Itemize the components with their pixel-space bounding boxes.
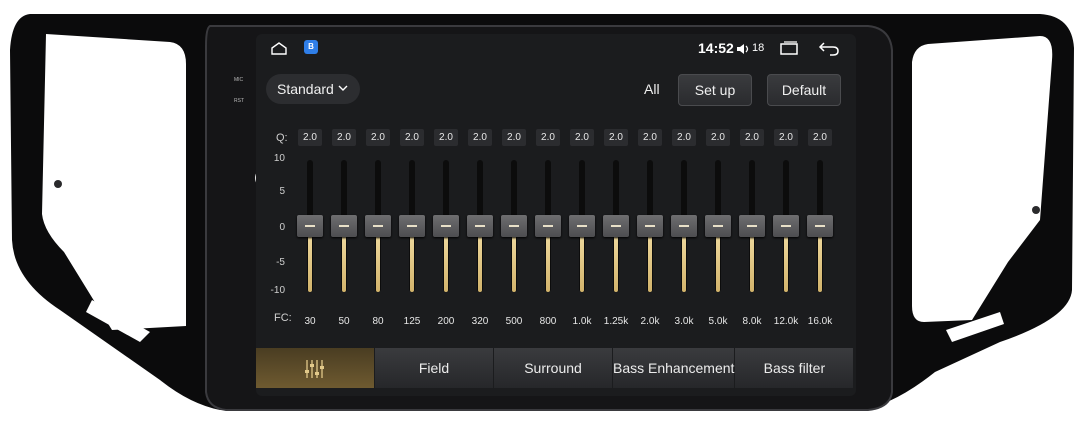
q-value[interactable]: 2.0 — [434, 129, 458, 146]
q-value[interactable]: 2.0 — [740, 129, 764, 146]
slider-track[interactable] — [331, 160, 357, 292]
slider-track[interactable] — [535, 160, 561, 292]
q-axis-label: Q: — [276, 132, 288, 144]
eq-band: 2.0 320 — [466, 126, 494, 327]
eq-band: 2.0 50 — [330, 126, 358, 327]
slider-knob[interactable] — [365, 215, 391, 237]
slider-track[interactable] — [467, 160, 493, 292]
q-value[interactable]: 2.0 — [604, 129, 628, 146]
status-bar: B 14:52 18 — [256, 34, 856, 62]
slider-knob[interactable] — [467, 215, 493, 237]
slider-track[interactable] — [433, 160, 459, 292]
q-value[interactable]: 2.0 — [808, 129, 832, 146]
tab-equalizer[interactable] — [256, 348, 374, 388]
slider-knob[interactable] — [331, 215, 357, 237]
tab-surround[interactable]: Surround — [494, 348, 612, 388]
slider-knob[interactable] — [705, 215, 731, 237]
eq-band: 2.0 200 — [432, 126, 460, 327]
slider-knob[interactable] — [637, 215, 663, 237]
slider-knob[interactable] — [399, 215, 425, 237]
slider-track[interactable] — [671, 160, 697, 292]
scale-label-10: 10 — [273, 153, 285, 164]
back-icon[interactable] — [818, 40, 840, 56]
q-value[interactable]: 2.0 — [332, 129, 356, 146]
scale-label-5: 5 — [279, 186, 285, 197]
clock: 14:52 — [698, 40, 734, 56]
q-value[interactable]: 2.0 — [366, 129, 390, 146]
eq-band: 2.0 8.0k — [738, 126, 766, 327]
preset-dropdown[interactable]: Standard — [266, 74, 360, 104]
all-label[interactable]: All — [644, 81, 660, 97]
q-value[interactable]: 2.0 — [400, 129, 424, 146]
slider-track[interactable] — [365, 160, 391, 292]
slider-knob[interactable] — [603, 215, 629, 237]
app-badge-icon[interactable]: B — [304, 40, 318, 54]
eq-band: 2.0 2.0k — [636, 126, 664, 327]
slider-track[interactable] — [773, 160, 799, 292]
slider-knob[interactable] — [297, 215, 323, 237]
equalizer-screen: B 14:52 18 Standard All Set up Default Q… — [256, 34, 856, 396]
eq-band: 2.0 500 — [500, 126, 528, 327]
slider-track[interactable] — [739, 160, 765, 292]
scale-label-minus5: -5 — [276, 257, 285, 268]
slider-track[interactable] — [705, 160, 731, 292]
slider-knob[interactable] — [433, 215, 459, 237]
slider-track[interactable] — [297, 160, 323, 292]
eq-band: 2.0 5.0k — [704, 126, 732, 327]
eq-band: 2.0 16.0k — [806, 126, 834, 327]
q-value[interactable]: 2.0 — [468, 129, 492, 146]
tab-bass-enhancement[interactable]: Bass Enhancement — [613, 348, 735, 388]
scale-label-minus10: -10 — [270, 285, 285, 296]
setup-button[interactable]: Set up — [678, 74, 752, 106]
eq-band: 2.0 800 — [534, 126, 562, 327]
equalizer-icon — [305, 360, 324, 379]
rst-label: RST — [234, 98, 244, 104]
slider-knob[interactable] — [501, 215, 527, 237]
eq-band: 2.0 1.25k — [602, 126, 630, 327]
slider-track[interactable] — [603, 160, 629, 292]
slider-knob[interactable] — [671, 215, 697, 237]
q-value[interactable]: 2.0 — [638, 129, 662, 146]
q-value[interactable]: 2.0 — [570, 129, 594, 146]
eq-band: 2.0 125 — [398, 126, 426, 327]
eq-band: 2.0 80 — [364, 126, 392, 327]
tab-bar: Field Surround Bass Enhancement Bass fil… — [256, 348, 854, 390]
tab-field[interactable]: Field — [375, 348, 493, 388]
volume-level: 18 — [752, 42, 765, 54]
chevron-down-icon — [338, 85, 348, 91]
fc-label: 16.0k — [807, 316, 833, 327]
slider-track[interactable] — [569, 160, 595, 292]
slider-knob[interactable] — [807, 215, 833, 237]
q-value[interactable]: 2.0 — [502, 129, 526, 146]
slider-track[interactable] — [399, 160, 425, 292]
q-value[interactable]: 2.0 — [536, 129, 560, 146]
q-value[interactable]: 2.0 — [774, 129, 798, 146]
q-value[interactable]: 2.0 — [706, 129, 730, 146]
eq-band: 2.0 3.0k — [670, 126, 698, 327]
slider-knob[interactable] — [739, 215, 765, 237]
mic-label: MIC — [234, 77, 244, 83]
recents-icon[interactable] — [778, 41, 800, 55]
q-value[interactable]: 2.0 — [672, 129, 696, 146]
scale-label-0: 0 — [279, 222, 285, 233]
preset-value: Standard — [277, 81, 334, 97]
eq-band: 2.0 1.0k — [568, 126, 596, 327]
tab-bass-filter[interactable]: Bass filter — [735, 348, 854, 388]
slider-knob[interactable] — [535, 215, 561, 237]
eq-band: 2.0 12.0k — [772, 126, 800, 327]
eq-band: 2.0 30 — [296, 126, 324, 327]
q-value[interactable]: 2.0 — [298, 129, 322, 146]
volume-icon[interactable] — [736, 42, 752, 56]
slider-track[interactable] — [637, 160, 663, 292]
slider-track[interactable] — [501, 160, 527, 292]
slider-track[interactable] — [807, 160, 833, 292]
slider-knob[interactable] — [569, 215, 595, 237]
home-icon[interactable] — [270, 41, 288, 55]
slider-knob[interactable] — [773, 215, 799, 237]
default-button[interactable]: Default — [767, 74, 841, 106]
